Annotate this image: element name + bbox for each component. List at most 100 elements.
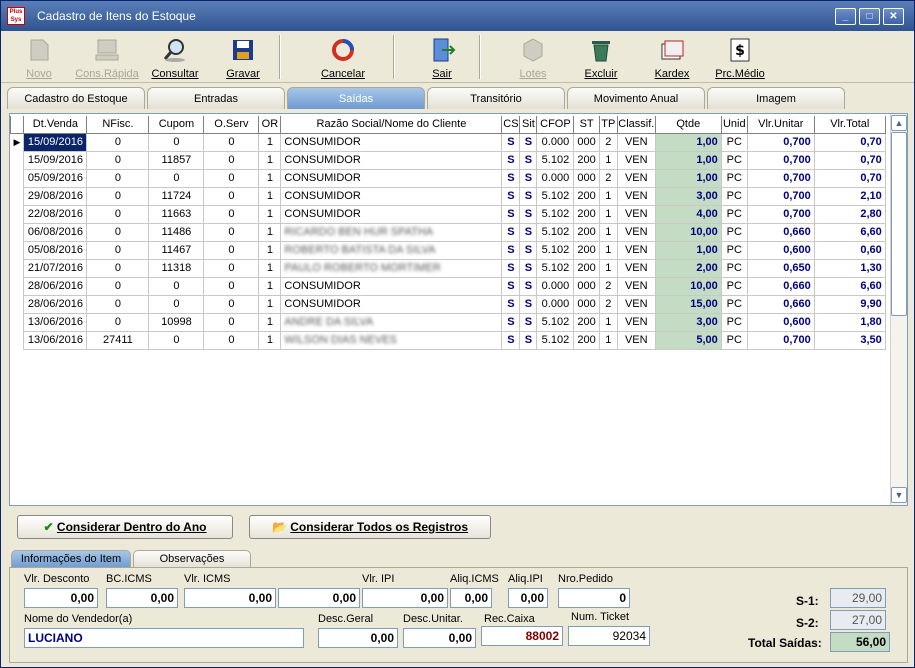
table-cell[interactable]: 0 <box>86 240 150 260</box>
table-cell[interactable]: 0 <box>203 150 260 170</box>
table-cell[interactable]: 0 <box>203 222 260 242</box>
table-cell[interactable]: 1 <box>258 132 282 152</box>
table-cell[interactable]: 1 <box>598 312 618 332</box>
table-cell[interactable]: RICARDO BEN HUR SPATHA <box>280 222 503 242</box>
table-cell[interactable]: 0,650 <box>746 258 815 278</box>
table-row[interactable]: 29/08/2016 0 11724 0 1 CONSUMIDOR S S 5.102 200 1 V… <box>11 186 886 206</box>
aliq-icms-field[interactable]: 0,00 <box>450 588 492 608</box>
table-cell[interactable]: 0,660 <box>746 222 815 242</box>
table-cell[interactable]: 11467 <box>148 240 205 260</box>
column-header[interactable]: O.Serv <box>203 116 260 134</box>
grid-vertical-scrollbar[interactable]: ▲ ▼ <box>890 114 907 505</box>
column-header[interactable]: Classif. <box>616 116 656 134</box>
aliq-ipi-field[interactable]: 0,00 <box>508 588 548 608</box>
table-cell[interactable]: 1 <box>258 186 282 206</box>
tab-transitorio[interactable]: Transitório <box>427 87 565 109</box>
table-cell[interactable]: 0,70 <box>813 150 886 170</box>
scroll-thumb[interactable] <box>891 132 907 316</box>
table-cell[interactable]: 1 <box>258 204 282 224</box>
table-cell[interactable]: 15,00 <box>654 294 722 314</box>
tab-cadastro-estoque[interactable]: Cadastro do Estoque <box>7 87 145 109</box>
table-cell[interactable]: S <box>519 294 538 314</box>
table-cell[interactable]: S <box>501 150 521 170</box>
table-cell[interactable]: S <box>519 276 538 296</box>
rec-caixa-field[interactable]: 88002 <box>481 626 563 646</box>
table-cell[interactable]: 0 <box>203 312 260 332</box>
table-cell[interactable]: 0 <box>148 276 205 296</box>
considerar-dentro-ano-button[interactable]: ✔ Considerar Dentro do Ano <box>17 515 233 539</box>
table-cell[interactable]: 0 <box>86 222 150 242</box>
table-cell[interactable]: 0,700 <box>746 168 815 188</box>
table-cell[interactable]: PAULO ROBERTO MORTIMER <box>280 258 503 278</box>
table-cell[interactable]: 0 <box>203 330 260 350</box>
table-cell[interactable]: 0 <box>203 132 260 152</box>
table-cell[interactable]: CONSUMIDOR <box>280 276 503 296</box>
table-cell[interactable]: 0 <box>86 168 150 188</box>
table-cell[interactable]: 0 <box>86 204 150 224</box>
column-header[interactable]: Vlr.Unitar <box>746 116 815 134</box>
table-cell[interactable]: PC <box>720 258 748 278</box>
excluir-button[interactable]: Excluir <box>583 34 619 80</box>
considerar-todos-button[interactable]: 📂 Considerar Todos os Registros <box>249 515 491 539</box>
table-cell[interactable]: 0 <box>148 168 205 188</box>
table-cell[interactable]: 0,600 <box>746 312 815 332</box>
table-cell[interactable]: 0 <box>203 204 260 224</box>
table-cell[interactable]: 0,660 <box>746 276 815 296</box>
table-cell[interactable]: 0 <box>86 276 150 296</box>
table-cell[interactable]: S <box>501 168 521 188</box>
num-ticket-field[interactable]: 92034 <box>568 626 650 646</box>
table-cell[interactable]: 200 <box>573 186 600 206</box>
table-cell[interactable]: 2 <box>598 168 618 188</box>
column-header[interactable]: NFisc. <box>86 116 150 134</box>
table-cell[interactable]: 21/07/2016 <box>23 258 88 278</box>
table-row[interactable]: 28/06/2016 0 0 0 1 CONSUMIDOR S S 0.000 000 2 VEN 10… <box>11 276 886 296</box>
table-cell[interactable]: 11663 <box>148 204 205 224</box>
lotes-button[interactable]: Lotes <box>515 34 551 80</box>
table-cell[interactable]: S <box>501 276 521 296</box>
table-row[interactable]: 13/06/2016 27411 0 0 1 WILSON DIAS NEVES S S 5.1… <box>11 330 886 350</box>
table-cell[interactable]: 5,00 <box>654 330 722 350</box>
close-button[interactable]: ✕ <box>883 8 904 25</box>
bc-icms-field[interactable]: 0,00 <box>106 588 178 608</box>
table-cell[interactable]: S <box>501 294 521 314</box>
table-cell[interactable]: 3,00 <box>654 312 722 332</box>
table-cell[interactable]: PC <box>720 294 748 314</box>
table-cell[interactable]: VEN <box>616 186 656 206</box>
tab-entradas[interactable]: Entradas <box>147 87 285 109</box>
table-cell[interactable]: 1 <box>258 312 282 332</box>
table-cell[interactable]: 13/06/2016 <box>23 330 88 350</box>
maximize-button[interactable]: □ <box>859 8 880 25</box>
table-cell[interactable]: PC <box>720 204 748 224</box>
table-cell[interactable]: 6,60 <box>813 222 886 242</box>
table-row[interactable]: 13/06/2016 0 10998 0 1 ANDRE DA SILVA S S 5.102 2… <box>11 312 886 332</box>
table-cell[interactable]: 200 <box>573 204 600 224</box>
table-cell[interactable]: 11318 <box>148 258 205 278</box>
table-cell[interactable]: VEN <box>616 132 656 152</box>
table-cell[interactable]: S <box>519 150 538 170</box>
table-cell[interactable]: VEN <box>616 240 656 260</box>
scroll-down-icon[interactable]: ▼ <box>891 487 907 503</box>
table-cell[interactable]: 1,00 <box>654 132 722 152</box>
table-cell[interactable]: 0,700 <box>746 150 815 170</box>
table-cell[interactable]: CONSUMIDOR <box>280 294 503 314</box>
table-cell[interactable]: 0 <box>148 330 205 350</box>
table-cell[interactable]: VEN <box>616 258 656 278</box>
table-cell[interactable]: 1,00 <box>654 168 722 188</box>
table-cell[interactable]: S <box>501 330 521 350</box>
column-header[interactable]: ST <box>573 116 600 134</box>
tab-observacoes[interactable]: Observações <box>133 550 251 568</box>
table-cell[interactable]: PC <box>720 132 748 152</box>
table-cell[interactable]: 000 <box>573 276 600 296</box>
table-row[interactable]: 15/09/2016 0 11857 0 1 CONSUMIDOR S S 5.102 200 1 V… <box>11 150 886 170</box>
table-cell[interactable]: 200 <box>573 258 600 278</box>
table-cell[interactable]: S <box>501 258 521 278</box>
table-cell[interactable]: 06/08/2016 <box>23 222 88 242</box>
table-cell[interactable]: ROBERTO BATISTA DA SILVA <box>280 240 503 260</box>
table-cell[interactable]: 0,60 <box>813 240 886 260</box>
table-cell[interactable]: 3,00 <box>654 186 722 206</box>
table-cell[interactable]: 11724 <box>148 186 205 206</box>
table-row[interactable]: 22/08/2016 0 11663 0 1 CONSUMIDOR S S 5.102 200 1 V… <box>11 204 886 224</box>
table-cell[interactable]: 11486 <box>148 222 205 242</box>
sair-button[interactable]: Sair <box>425 34 459 80</box>
table-cell[interactable]: 10998 <box>148 312 205 332</box>
